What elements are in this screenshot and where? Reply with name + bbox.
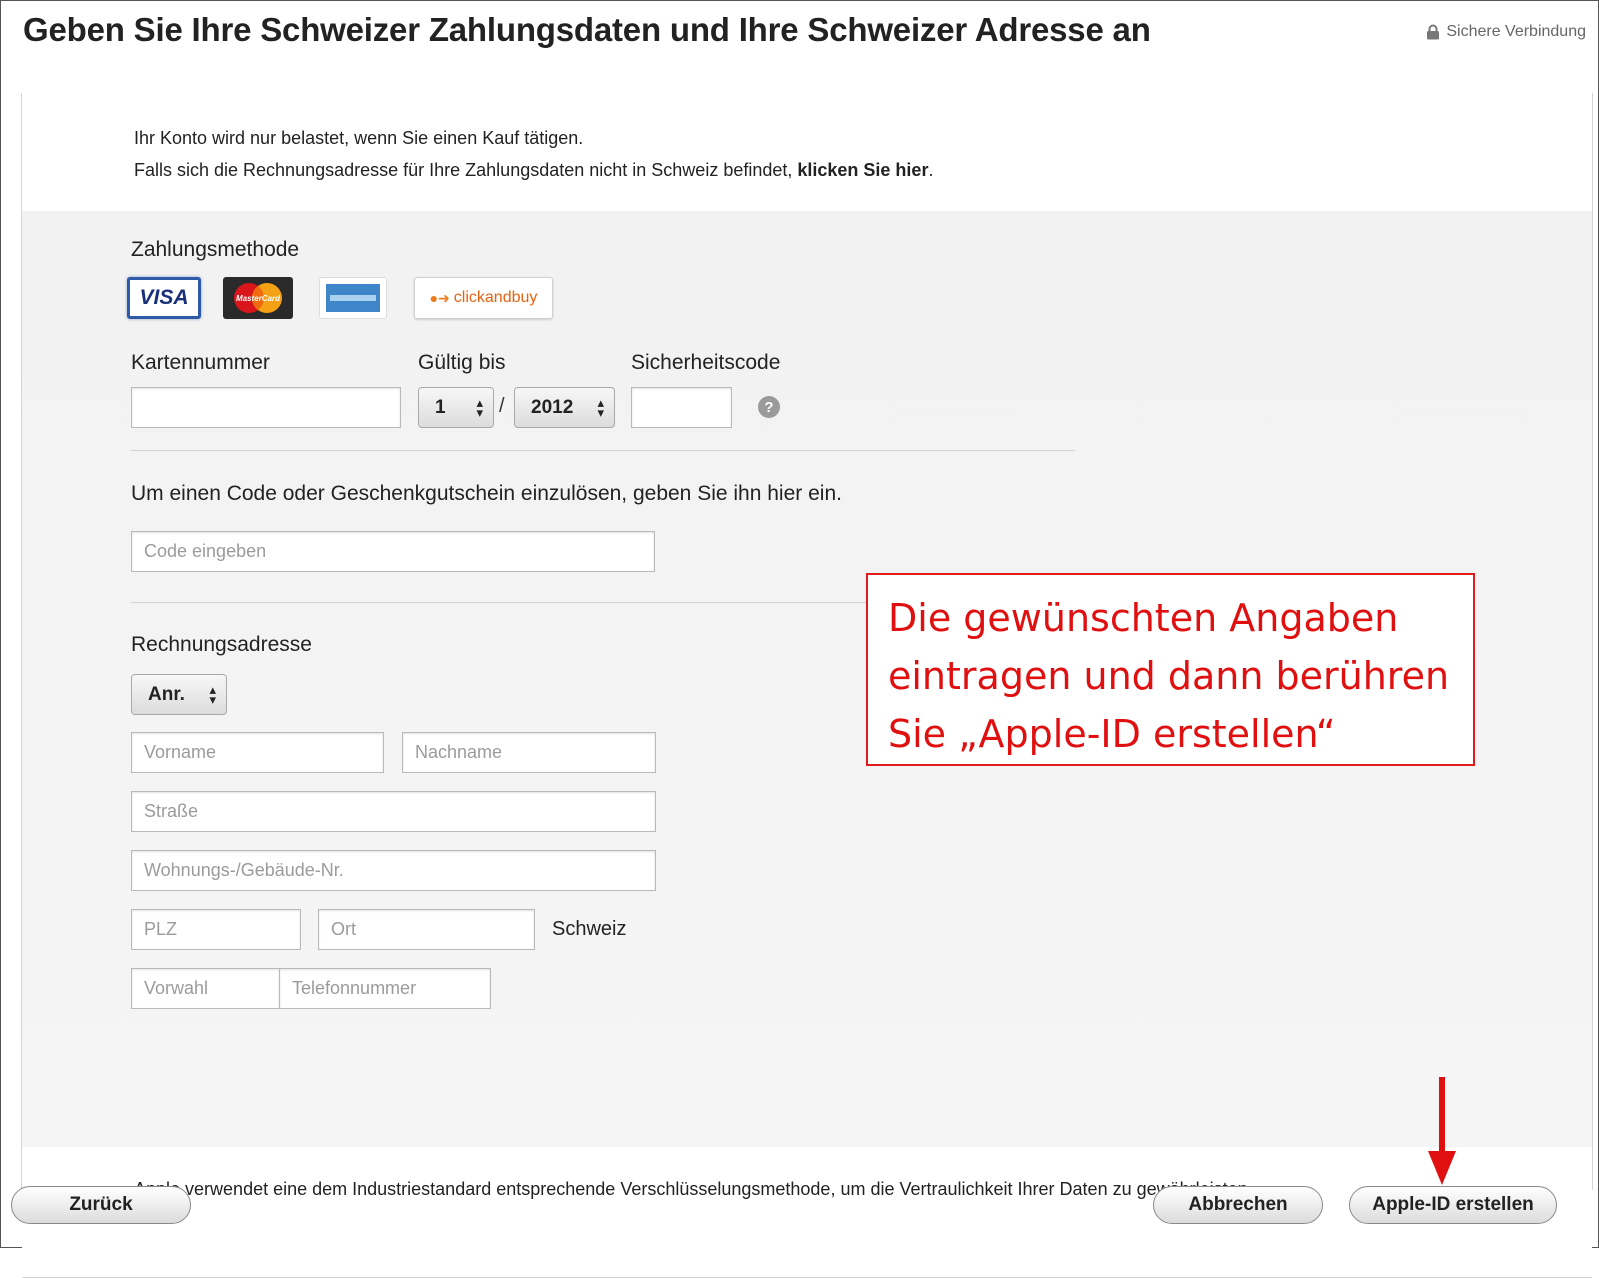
window-frame: Geben Sie Ihre Schweizer Zahlungsdaten u… <box>0 0 1599 1278</box>
amex-option[interactable] <box>319 277 387 319</box>
visa-logo: VISA <box>139 286 189 309</box>
security-code-input[interactable] <box>631 387 732 428</box>
svg-text:MasterCard: MasterCard <box>236 294 281 303</box>
card-number-label: Kartennummer <box>131 351 270 374</box>
expiry-label: Gültig bis <box>418 351 506 374</box>
stepper-arrows-icon: ▴ ▾ <box>476 394 483 420</box>
callout-line: eintragen und dann berühren <box>888 654 1450 698</box>
callout-line: Die gewünschten Angaben <box>888 596 1399 640</box>
page-title: Geben Sie Ihre Schweizer Zahlungsdaten u… <box>23 11 1151 48</box>
phone-number-input[interactable] <box>279 968 491 1009</box>
amex-logo <box>326 284 380 312</box>
card-number-input[interactable] <box>131 387 401 428</box>
redeem-instructions: Um einen Code oder Geschenkgutschein ein… <box>131 482 842 505</box>
mastercard-logo: MasterCard <box>234 283 282 313</box>
cancel-button[interactable]: Abbrechen <box>1153 1186 1323 1224</box>
first-name-input[interactable] <box>131 732 384 773</box>
red-arrow-down-icon <box>1428 1077 1456 1185</box>
redeem-code-input[interactable] <box>131 531 655 572</box>
expiry-year-value: 2012 <box>531 396 574 418</box>
clickandbuy-arrow-icon: ●➜ <box>429 289 450 306</box>
stepper-arrows-icon: ▴ ▾ <box>597 394 604 420</box>
back-button[interactable]: Zurück <box>11 1186 191 1224</box>
salutation-select[interactable]: Anr. ▴ ▾ <box>131 674 227 715</box>
lock-icon <box>1427 24 1440 40</box>
expiry-month-value: 1 <box>435 396 446 418</box>
secure-connection-label: Sichere Verbindung <box>1446 23 1586 40</box>
visa-card-option[interactable]: VISA <box>127 277 201 319</box>
instruction-callout: Die gewünschten Angaben eintragen und da… <box>866 573 1475 766</box>
expiry-month-select[interactable]: 1 ▴ ▾ <box>418 387 494 428</box>
area-code-input[interactable] <box>131 968 280 1009</box>
mastercard-option[interactable]: MasterCard <box>223 277 293 319</box>
divider <box>131 602 871 603</box>
country-label: Schweiz <box>552 918 627 940</box>
billing-address-heading: Rechnungsadresse <box>131 633 312 656</box>
callout-line: Sie „Apple-ID erstellen“ <box>888 712 1336 756</box>
intro-billing-period: . <box>928 160 934 180</box>
create-apple-id-button[interactable]: Apple-ID erstellen <box>1349 1186 1557 1224</box>
divider <box>131 450 1075 451</box>
security-code-label: Sicherheitscode <box>631 351 781 374</box>
zip-input[interactable] <box>131 909 301 950</box>
clickandbuy-option[interactable]: ●➜ clickandbuy <box>414 277 553 319</box>
street-input[interactable] <box>131 791 656 832</box>
stepper-arrows-icon: ▴ ▾ <box>209 681 216 707</box>
clickandbuy-logo: clickandbuy <box>453 289 538 306</box>
secure-connection-indicator: Sichere Verbindung <box>1426 23 1586 41</box>
city-input[interactable] <box>318 909 535 950</box>
salutation-value: Anr. <box>148 683 185 705</box>
intro-section: Ihr Konto wird nur belastet, wenn Sie ei… <box>22 93 1592 212</box>
help-icon[interactable]: ? <box>758 396 780 418</box>
intro-billing-note: Falls sich die Rechnungsadresse für Ihre… <box>134 160 933 181</box>
expiry-year-select[interactable]: 2012 ▴ ▾ <box>514 387 615 428</box>
intro-billing-text: Falls sich die Rechnungsadresse für Ihre… <box>134 160 798 180</box>
apartment-input[interactable] <box>131 850 656 891</box>
last-name-input[interactable] <box>402 732 656 773</box>
expiry-separator: / <box>499 395 505 417</box>
payment-method-heading: Zahlungsmethode <box>131 238 300 261</box>
click-here-link[interactable]: klicken Sie hier <box>797 160 928 180</box>
intro-charge-note: Ihr Konto wird nur belastet, wenn Sie ei… <box>134 128 584 148</box>
